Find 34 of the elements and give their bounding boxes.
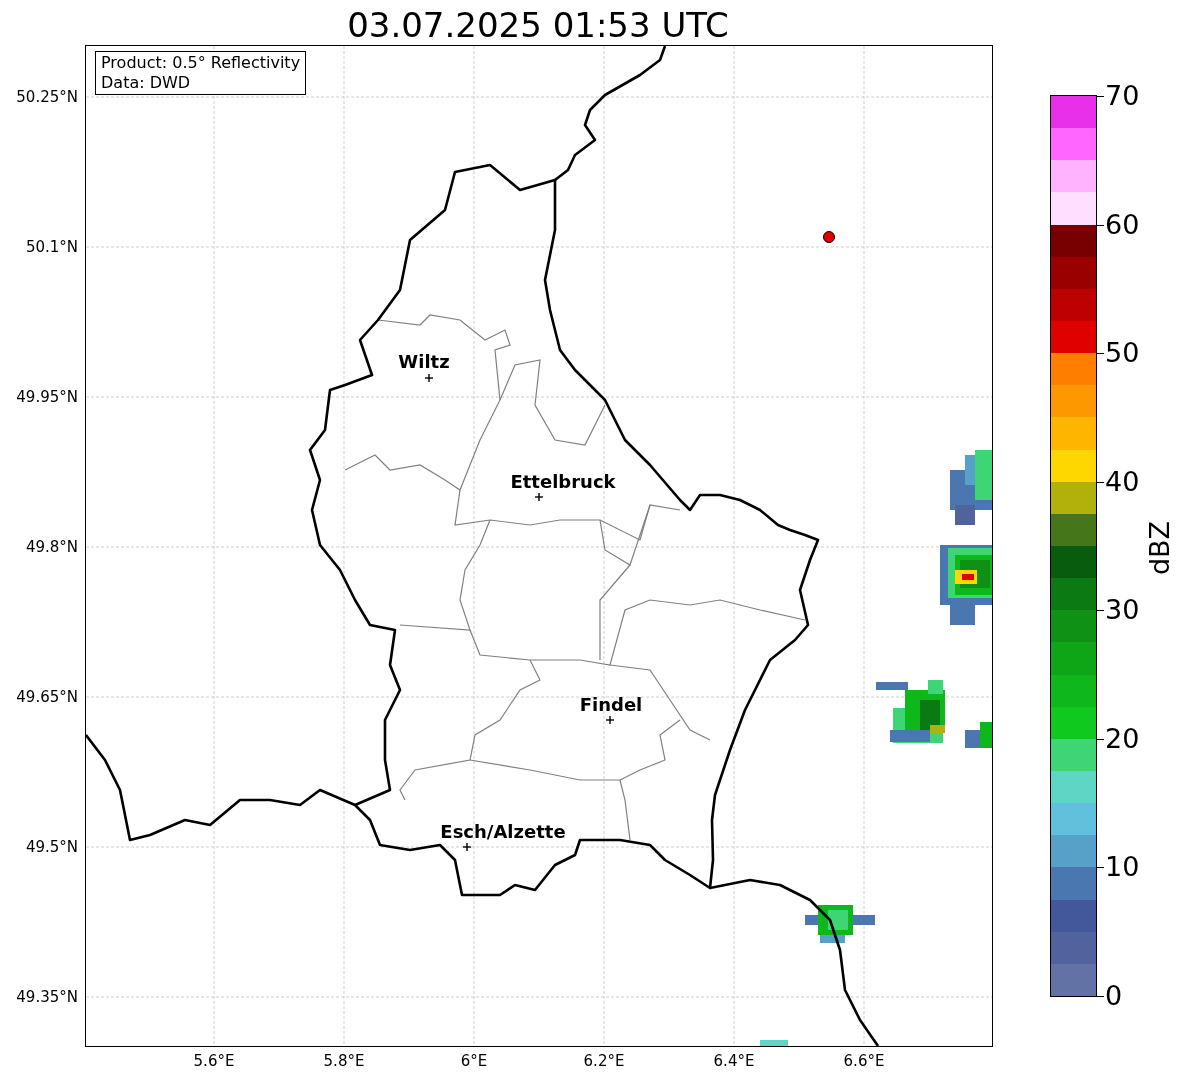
longitude-label: 5.8°E <box>323 1052 365 1070</box>
colorbar-tick-label: 10 <box>1105 851 1140 884</box>
city-label: Findel <box>579 694 643 716</box>
info-text: Data: DWD <box>101 73 192 93</box>
latitude-label: 49.5°N <box>25 838 78 856</box>
colorbar-tick-label: 30 <box>1105 594 1140 627</box>
city-marker-icon <box>424 373 434 383</box>
city-marker-icon <box>462 842 472 852</box>
city-label: Esch/Alzette <box>440 821 566 843</box>
latitude-label: 50.25°N <box>16 88 78 106</box>
info-text: Product: 0.5° Reflectivity <box>101 53 301 73</box>
colorbar-tick-label: 50 <box>1105 337 1140 370</box>
colorbar-label: dBZ <box>1144 520 1176 576</box>
colorbar-tick-label: 0 <box>1105 980 1123 1012</box>
city-marker-icon <box>534 492 544 502</box>
latitude-label: 49.35°N <box>16 988 78 1006</box>
longitude-label: 5.6°E <box>193 1052 235 1070</box>
colorbar-tick-label: 60 <box>1105 208 1140 241</box>
latitude-label: 49.8°N <box>25 538 78 556</box>
radar-site-dot-icon <box>823 231 835 243</box>
latitude-label: 49.65°N <box>16 688 78 706</box>
city-label: Wiltz <box>398 351 450 373</box>
chart-title: 03.07.2025 01:53 UTC <box>346 4 730 46</box>
colorbar-tick-label: 40 <box>1105 465 1140 498</box>
longitude-label: 6.6°E <box>843 1052 885 1070</box>
latitude-label: 49.95°N <box>16 388 78 406</box>
colorbar-tick-label: 20 <box>1105 722 1140 755</box>
latitude-label: 50.1°N <box>25 238 78 256</box>
longitude-label: 6°E <box>460 1052 488 1070</box>
city-marker-icon <box>605 715 615 725</box>
city-label: Ettelbruck <box>510 471 616 493</box>
colorbar-tick-label: 70 <box>1105 80 1140 112</box>
longitude-label: 6.2°E <box>583 1052 625 1070</box>
longitude-label: 6.4°E <box>713 1052 755 1070</box>
